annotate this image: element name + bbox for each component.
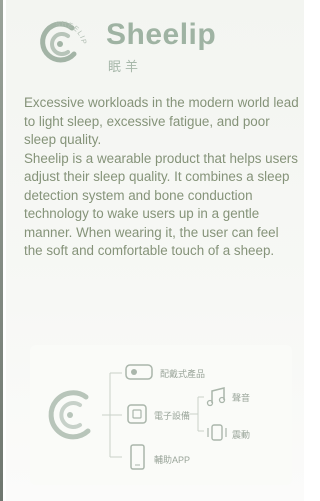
wearable-device-icon (125, 364, 153, 380)
brand-title: Sheelip (106, 18, 217, 51)
left-edge-strip (0, 0, 3, 501)
diagram-label-music: 聲音 (232, 393, 251, 403)
diagram-label-app: 輔助APP (154, 455, 191, 465)
product-card: SHEELIP Sheelip 眠羊 Excessive workloads i… (6, 0, 304, 501)
diagram-label-vibration: 震動 (232, 430, 251, 440)
product-system-diagram: 配戴式產品 電子設備 輔助APP 聲音 震動 (30, 345, 292, 485)
electronic-device-icon (127, 404, 147, 424)
diagram-label-wearable: 配戴式產品 (160, 369, 206, 379)
description-paragraph-2: Sheelip is a wearable product that helps… (24, 150, 298, 259)
product-description: Excessive workloads in the modern world … (24, 94, 300, 261)
vibration-icon (207, 424, 227, 441)
sheelip-logo-icon: SHEELIP (40, 21, 86, 63)
brand-header: SHEELIP Sheelip 眠羊 (28, 12, 288, 74)
brand-subtitle: 眠羊 (108, 59, 143, 74)
music-note-icon (206, 387, 226, 407)
diagram-label-electronic: 電子設備 (154, 411, 191, 421)
diagram-logo-icon (48, 390, 91, 440)
smartphone-icon (130, 444, 145, 470)
description-paragraph-1: Excessive workloads in the modern world … (24, 95, 299, 147)
